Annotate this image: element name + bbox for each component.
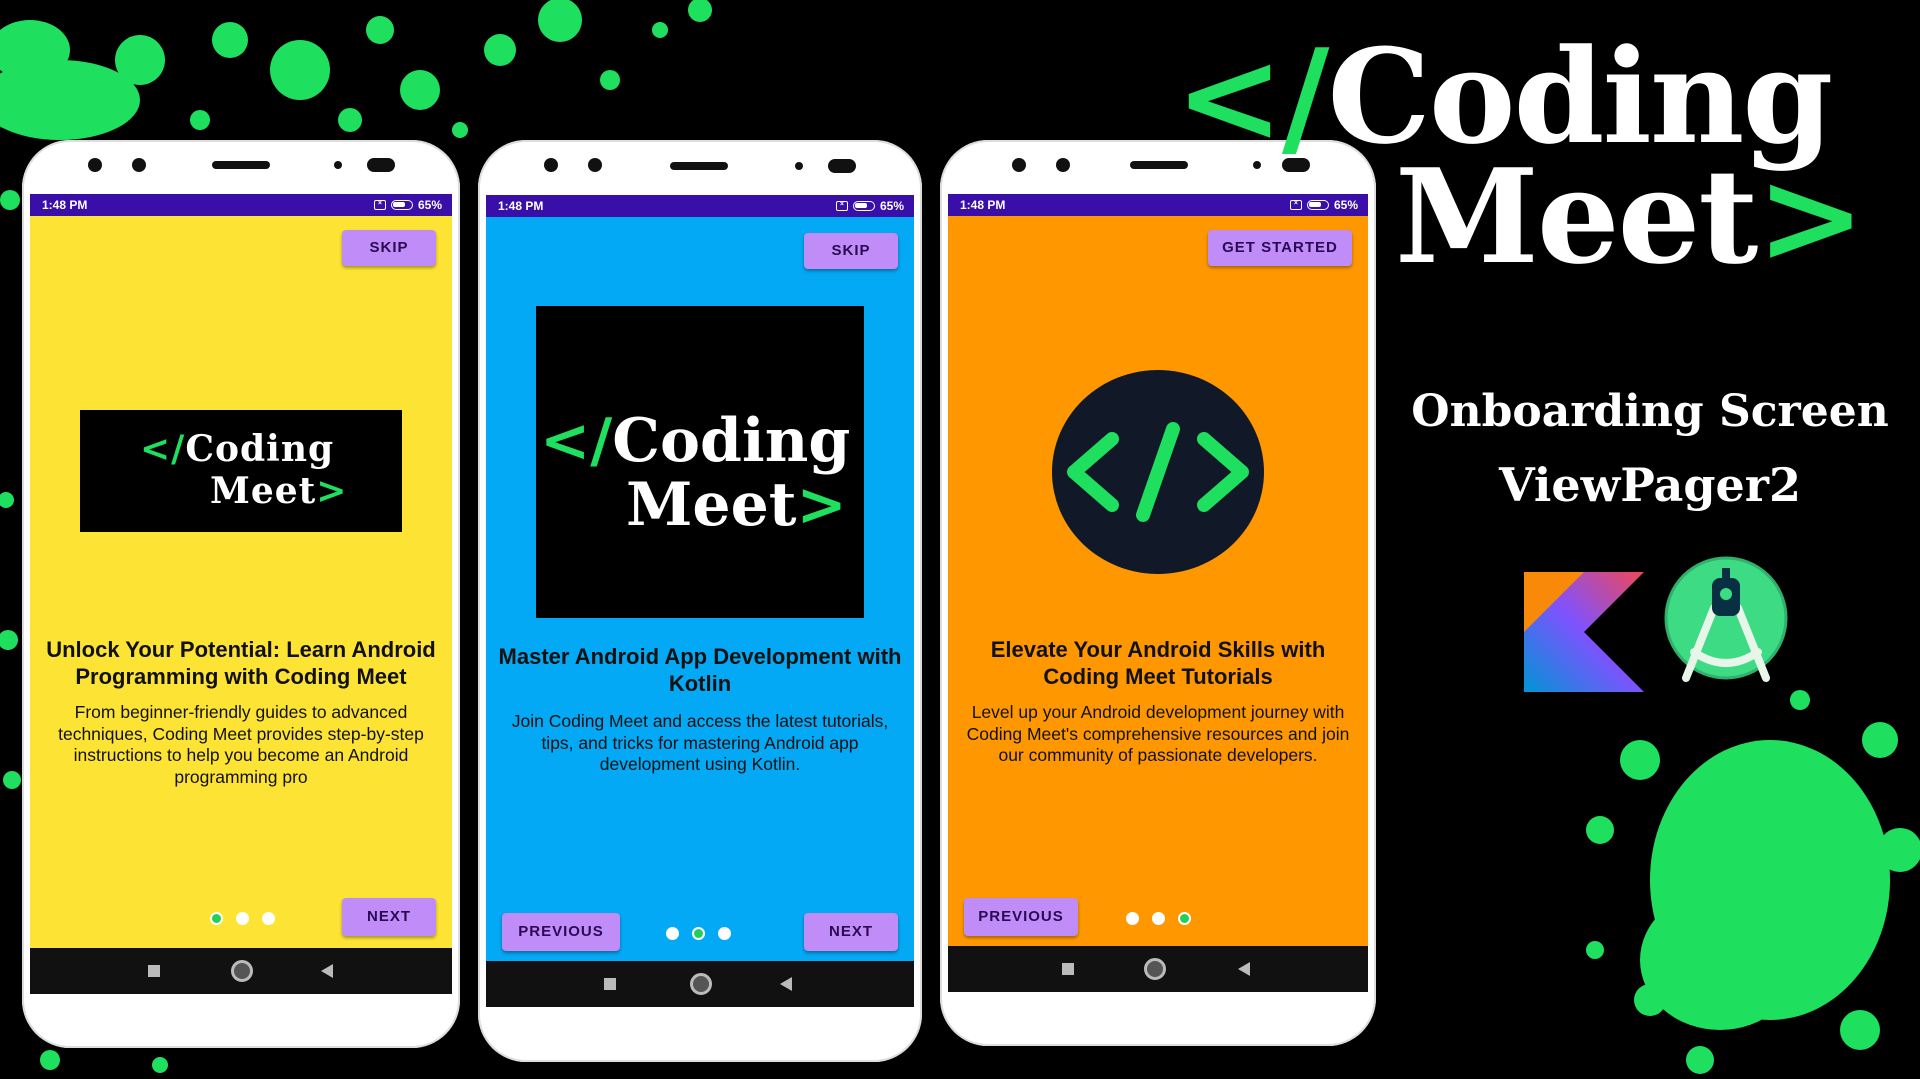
code-brackets-icon (1052, 370, 1264, 574)
page-indicator[interactable] (666, 927, 731, 940)
brand-meet: Meet (626, 470, 797, 540)
back-icon[interactable] (1238, 962, 1250, 976)
skip-button[interactable]: SKIP (804, 233, 898, 269)
brand-meet: Meet (1395, 140, 1758, 293)
front-camera-2 (1056, 158, 1070, 172)
onboarding-description: From beginner-friendly guides to advance… (58, 702, 424, 787)
page-indicator[interactable] (210, 912, 275, 925)
brand-logo: </Coding Meet> (1175, 0, 1920, 300)
brand-close-bracket: > (1756, 140, 1865, 293)
front-camera-2 (588, 158, 602, 172)
page-dot-1[interactable] (666, 927, 679, 940)
status-bar: 1:48 PM × 65% (30, 194, 452, 216)
onboarding-image-coding-meet-banner: </Coding Meet> (80, 410, 402, 532)
brand-meet: Meet (210, 470, 317, 512)
flash (367, 158, 395, 172)
heading-onboarding-screen: Onboarding Screen (1411, 386, 1889, 437)
battery-icon (852, 201, 875, 211)
front-camera-2 (132, 158, 146, 172)
battery-level: 65% (417, 198, 442, 212)
onboarding-title: Master Android App Development with Kotl… (498, 644, 902, 696)
brand-coding: Coding (612, 406, 851, 476)
home-icon[interactable] (1144, 958, 1166, 980)
brand-coding: Coding (185, 428, 335, 470)
page-dot-1[interactable] (1126, 912, 1139, 925)
page-dot-3[interactable] (262, 912, 275, 925)
status-time: 1:48 PM (498, 199, 544, 213)
status-time: 1:48 PM (960, 198, 1006, 212)
front-camera (88, 158, 102, 172)
phone-screen-3: 1:48 PM × 65% GET STARTED Elevate Your An… (948, 194, 1368, 992)
skip-button[interactable]: SKIP (342, 230, 436, 266)
next-button[interactable]: NEXT (804, 913, 898, 951)
phone-screen-1: 1:48 PM × 65% SKIP </Coding Meet> Unlock … (30, 194, 452, 994)
page-dot-2[interactable] (692, 927, 705, 940)
phone-mockup-2: 1:48 PM × 65% SKIP </Coding Meet> Master … (478, 140, 922, 1062)
earpiece-speaker (212, 161, 270, 169)
recents-icon[interactable] (604, 978, 616, 990)
earpiece-speaker (670, 162, 728, 170)
home-icon[interactable] (690, 973, 712, 995)
android-studio-logo-icon (1664, 556, 1788, 682)
page-dot-3[interactable] (1178, 912, 1191, 925)
page-dot-3[interactable] (718, 927, 731, 940)
page-dot-2[interactable] (236, 912, 249, 925)
page-dot-1[interactable] (210, 912, 223, 925)
brand-open-bracket: </ (540, 406, 613, 476)
onboarding-description: Join Coding Meet and access the latest t… (511, 711, 889, 774)
status-time: 1:48 PM (42, 198, 88, 212)
proximity-sensor (334, 161, 342, 169)
brand-close-bracket: > (796, 470, 847, 540)
back-icon[interactable] (321, 964, 333, 978)
back-icon[interactable] (780, 977, 792, 991)
android-nav-bar (486, 961, 914, 1007)
android-nav-bar (948, 946, 1368, 992)
onboarding-image-coding-meet-logo: </Coding Meet> (536, 306, 864, 618)
next-button[interactable]: NEXT (342, 898, 436, 936)
recents-icon[interactable] (1062, 963, 1074, 975)
page-indicator[interactable] (1126, 912, 1191, 925)
flash (828, 159, 856, 173)
brand-open-bracket: </ (1175, 20, 1329, 173)
onboarding-description: Level up your Android development journe… (966, 702, 1350, 765)
battery-icon (390, 200, 413, 210)
brand-open-bracket: </ (140, 428, 186, 470)
no-sim-icon: × (373, 200, 386, 210)
recents-icon[interactable] (148, 965, 160, 977)
front-camera (544, 158, 558, 172)
heading-viewpager2: ViewPager2 (1498, 458, 1802, 512)
previous-button[interactable]: PREVIOUS (964, 898, 1078, 936)
phone-mockup-1: 1:48 PM × 65% SKIP </Coding Meet> Unlock … (22, 140, 460, 1048)
proximity-sensor (795, 162, 803, 170)
page-dot-2[interactable] (1152, 912, 1165, 925)
previous-button[interactable]: PREVIOUS (502, 913, 620, 951)
no-sim-icon: × (835, 201, 848, 211)
onboarding-title: Unlock Your Potential: Learn Android Pro… (46, 637, 436, 689)
phone-screen-2: 1:48 PM × 65% SKIP </Coding Meet> Master … (486, 195, 914, 1007)
status-bar: 1:48 PM × 65% (486, 195, 914, 217)
kotlin-logo-icon (1524, 572, 1644, 692)
home-icon[interactable] (231, 960, 253, 982)
front-camera (1012, 158, 1026, 172)
brand-close-bracket: > (316, 470, 348, 512)
onboarding-title: Elevate Your Android Skills with Coding … (990, 637, 1326, 689)
android-nav-bar (30, 948, 452, 994)
battery-level: 65% (879, 199, 904, 213)
